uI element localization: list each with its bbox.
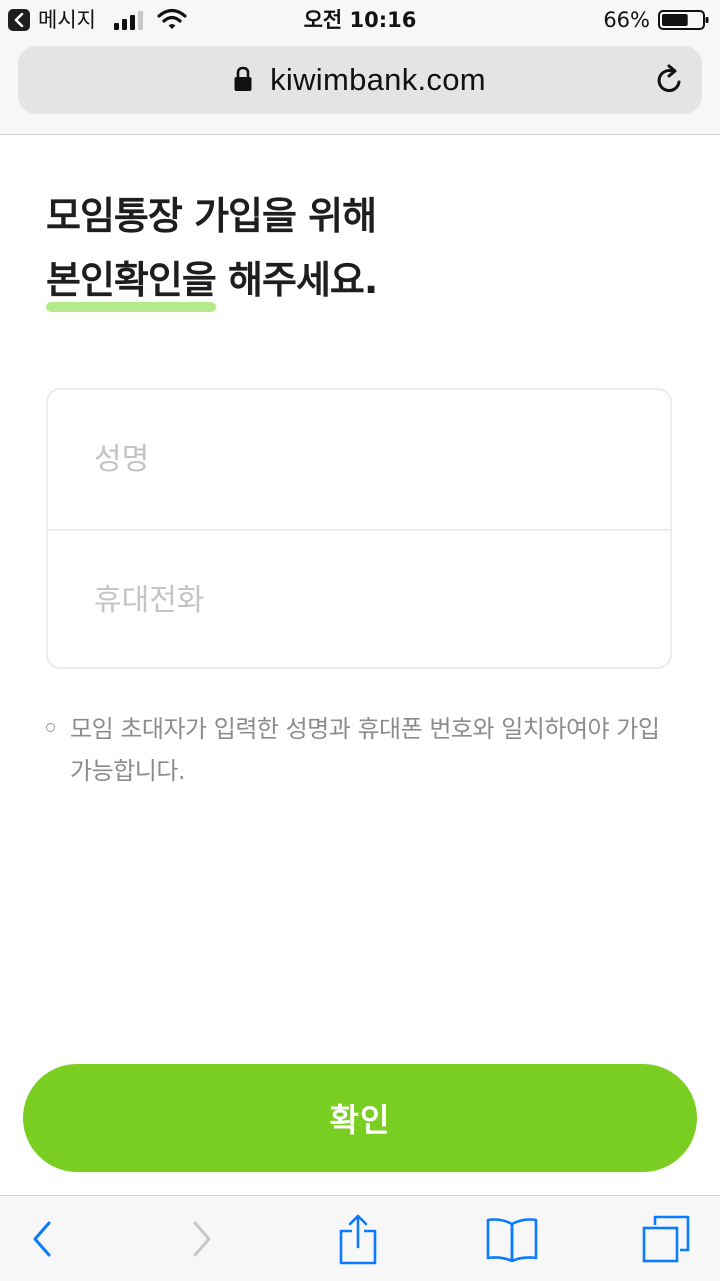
highlighted-text: 본인확인을 [46,248,217,312]
back-icon [33,1221,51,1256]
share-icon [339,1214,377,1264]
notice-text: 모임 초대자가 입력한 성명과 휴대폰 번호와 일치하여야 가입 가능합니다. [70,715,660,785]
status-bar: 메시지 오전 10:16 66% [0,0,720,40]
page-title-line-2: 본인확인을 해주세요. [46,248,686,312]
reload-icon[interactable] [654,64,686,96]
phone-input[interactable] [48,531,670,670]
browser-toolbar [0,1195,720,1281]
page-title: 모임통장 가입을 위해 본인확인을 해주세요. [46,184,686,312]
confirm-button[interactable]: 확인 [23,1064,697,1172]
browser-address-area: kiwimbank.com [0,40,720,135]
back-button[interactable] [10,1196,74,1281]
share-button[interactable] [326,1196,390,1281]
forward-button[interactable] [170,1196,234,1281]
tabs-button[interactable] [634,1196,698,1281]
bullet-icon [46,723,55,732]
bookmarks-icon [486,1217,538,1262]
bookmarks-button[interactable] [480,1196,544,1281]
lock-icon [234,66,252,91]
battery-icon [658,10,709,30]
page-title-line-1: 모임통장 가입을 위해 [46,194,377,238]
name-input[interactable] [48,390,670,529]
battery-percentage: 66% [603,8,650,32]
identity-form [46,388,672,670]
url-text: kiwimbank.com [270,62,486,97]
tabs-icon [642,1215,690,1262]
forward-icon [193,1221,211,1256]
page-title-line-2-rest: 해주세요. [215,258,378,302]
address-bar[interactable]: kiwimbank.com [18,46,702,114]
notice: 모임 초대자가 입력한 성명과 휴대폰 번호와 일치하여야 가입 가능합니다. [46,708,666,792]
